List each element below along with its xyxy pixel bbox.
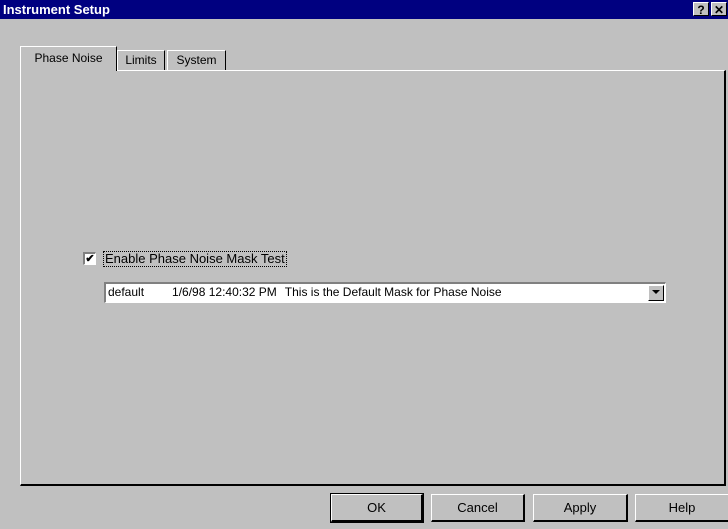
- help-button[interactable]: Help: [635, 494, 728, 522]
- tab-system[interactable]: System: [167, 50, 226, 71]
- apply-button[interactable]: Apply: [533, 494, 628, 522]
- cancel-button[interactable]: Cancel: [431, 494, 525, 522]
- help-icon[interactable]: ?: [693, 2, 709, 17]
- mask-select[interactable]: default 1/6/98 12:40:32 PM This is the Def…: [104, 282, 666, 303]
- instrument-setup-window: Instrument Setup ? ✕ Phase Noise Limits …: [0, 0, 728, 529]
- mask-date: 1/6/98 12:40:32 PM: [172, 285, 277, 299]
- ok-button[interactable]: OK: [330, 493, 424, 523]
- tab-phase-noise[interactable]: Phase Noise: [20, 46, 117, 71]
- close-icon[interactable]: ✕: [711, 2, 727, 17]
- tab-limits[interactable]: Limits: [117, 50, 165, 71]
- enable-mask-label[interactable]: Enable Phase Noise Mask Test: [103, 251, 287, 267]
- title-bar[interactable]: Instrument Setup ? ✕: [0, 0, 728, 19]
- phase-noise-panel: [20, 70, 726, 486]
- window-title: Instrument Setup: [3, 2, 110, 17]
- chevron-down-icon[interactable]: [648, 285, 664, 301]
- mask-description: This is the Default Mask for Phase Noise: [284, 285, 502, 299]
- mask-select-value: default 1/6/98 12:40:32 PM This is the Def…: [108, 285, 502, 300]
- enable-mask-checkbox[interactable]: ✔: [83, 252, 96, 265]
- mask-name: default: [108, 285, 145, 299]
